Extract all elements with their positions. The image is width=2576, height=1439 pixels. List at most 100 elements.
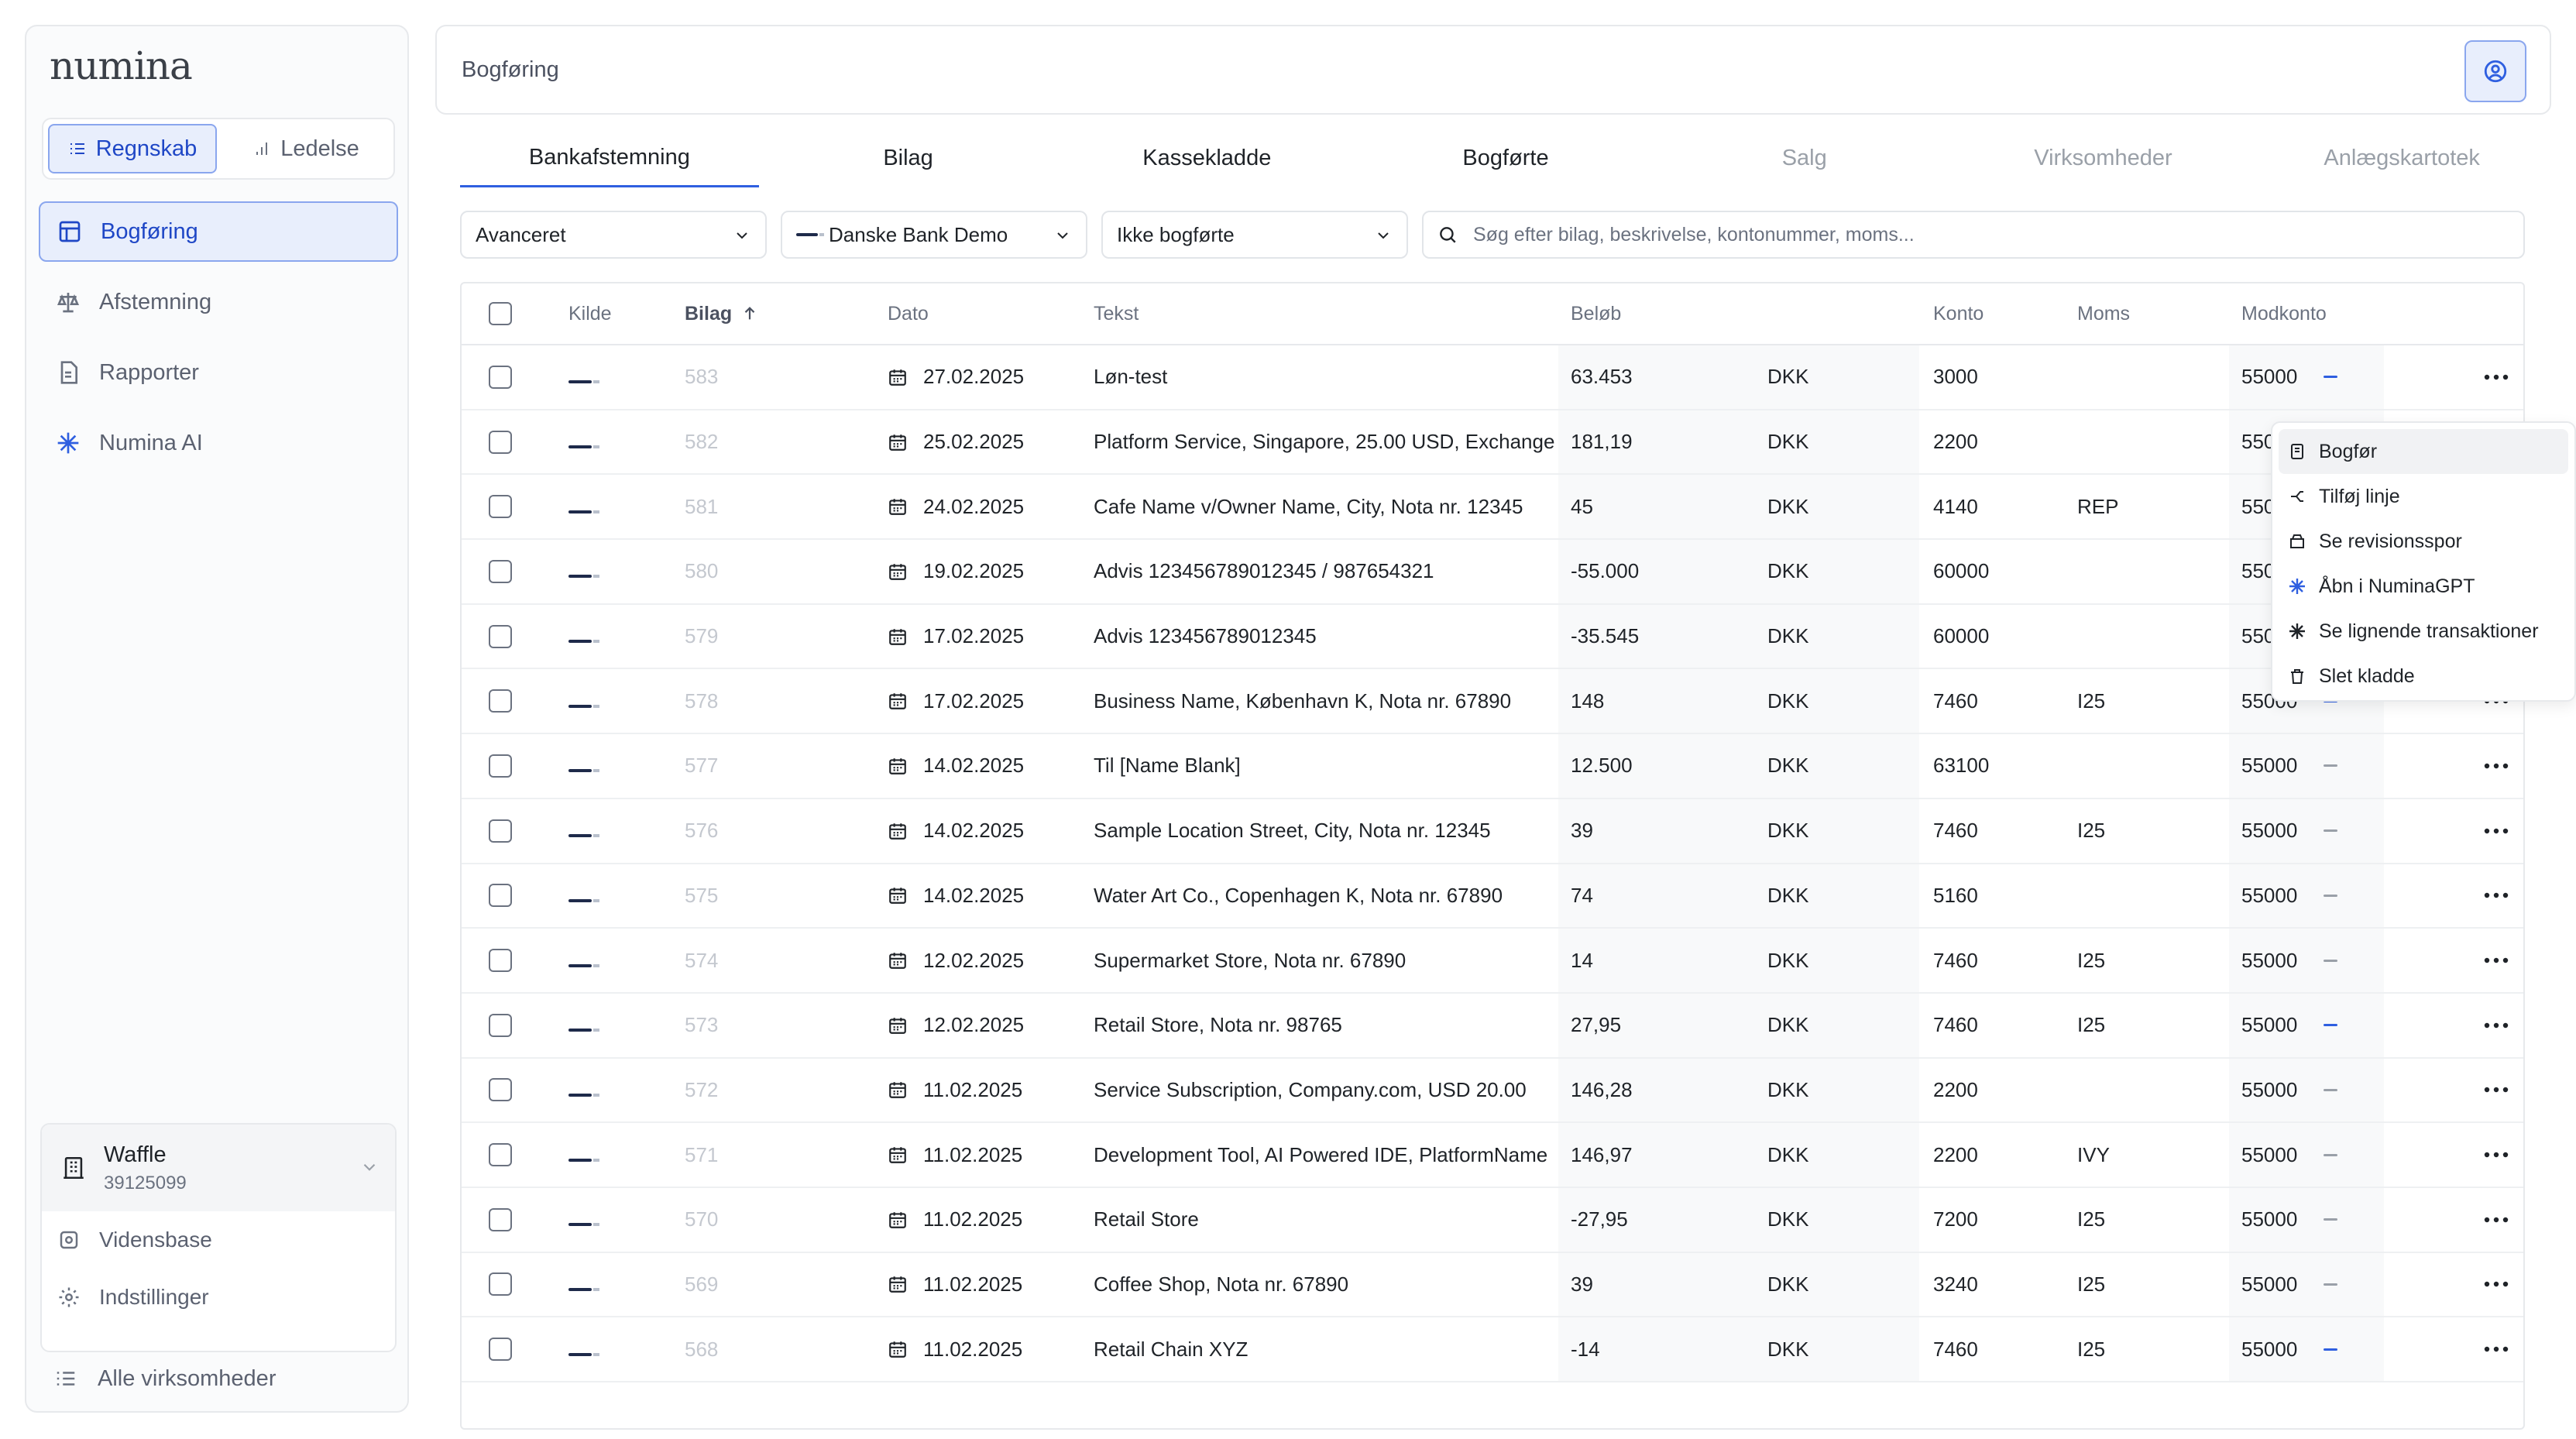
sidebar-item-vidensbase[interactable]: Vidensbase <box>42 1211 395 1269</box>
row-actions-button[interactable] <box>2384 1151 2523 1159</box>
row-checkbox[interactable] <box>489 819 512 843</box>
table-row[interactable]: 572 11.02.2025 Service Subscription, Compa… <box>462 1058 2523 1124</box>
sidebar-item-rapporter[interactable]: Rapporter <box>39 342 398 403</box>
sparkle-icon <box>2289 579 2305 594</box>
table-row[interactable]: 582 25.02.2025 Platform Service, Singapore… <box>462 410 2523 476</box>
cell-modkonto-value: 55000 <box>2241 1142 2298 1166</box>
cell-valuta: DKK <box>1764 1317 1919 1381</box>
mode-ledelse-label: Ledelse <box>280 136 359 161</box>
row-checkbox[interactable] <box>489 1272 512 1296</box>
cell-moms: I25 <box>2077 689 2106 713</box>
table-row[interactable]: 573 12.02.2025 Retail Store, Nota nr. 9876… <box>462 993 2523 1059</box>
sidebar-item-indstillinger[interactable]: Indstillinger <box>42 1269 395 1326</box>
col-moms[interactable]: Moms <box>2074 303 2229 325</box>
row-checkbox[interactable] <box>489 1078 512 1102</box>
col-bilag[interactable]: Bilag <box>682 303 888 325</box>
cell-modkonto: 55000 <box>2229 993 2384 1057</box>
table-row[interactable]: 574 12.02.2025 Supermarket Store, Nota nr.… <box>462 929 2523 994</box>
cell-bilag: 578 <box>685 689 719 713</box>
col-dato[interactable]: Dato <box>888 303 1094 325</box>
col-kilde[interactable]: Kilde <box>539 303 682 325</box>
row-actions-button[interactable] <box>2384 762 2523 770</box>
tab-bogforte[interactable]: Bogførte <box>1356 130 1655 187</box>
tab-bilag[interactable]: Bilag <box>759 130 1058 187</box>
row-checkbox[interactable] <box>489 1143 512 1167</box>
cell-modkonto-value: 55000 <box>2241 819 2298 843</box>
sidebar-item-afstemning[interactable]: Afstemning <box>39 272 398 332</box>
more-horizontal-icon <box>2484 1282 2509 1287</box>
row-checkbox[interactable] <box>489 495 512 519</box>
col-konto[interactable]: Konto <box>1919 303 2074 325</box>
menu-item-revisionsspor[interactable]: Se revisionsspor <box>2279 519 2568 564</box>
table-row[interactable]: 580 19.02.2025 Advis 123456789012345 / 987… <box>462 540 2523 605</box>
menu-item-slet-kladde[interactable]: Slet kladde <box>2279 654 2568 699</box>
tab-salg[interactable]: Salg <box>1655 130 1954 187</box>
table-row[interactable]: 576 14.02.2025 Sample Location Street, Cit… <box>462 798 2523 864</box>
table-row[interactable]: 579 17.02.2025 Advis 123456789012345 -35.54… <box>462 604 2523 670</box>
menu-item-bogfor[interactable]: Bogfør <box>2279 429 2568 474</box>
bank-source-icon <box>568 380 599 384</box>
cell-dato: 14.02.2025 <box>888 884 1094 908</box>
profile-button[interactable] <box>2464 40 2526 102</box>
table-row[interactable]: 578 17.02.2025 Business Name, København K,… <box>462 669 2523 735</box>
cell-dato-value: 12.02.2025 <box>923 1013 1025 1037</box>
table-row[interactable]: 581 24.02.2025 Cafe Name v/Owner Name, Cit… <box>462 475 2523 541</box>
table-row[interactable]: 575 14.02.2025 Water Art Co., Copenhagen K… <box>462 864 2523 929</box>
row-checkbox[interactable] <box>489 365 512 389</box>
row-actions-button[interactable] <box>2384 373 2523 381</box>
sidebar-item-numina-ai[interactable]: Numina AI <box>39 413 398 473</box>
row-checkbox[interactable] <box>489 754 512 778</box>
calendar-icon <box>889 953 906 969</box>
tab-anlaegskartotek[interactable]: Anlægskartotek <box>2252 130 2551 187</box>
search-input[interactable] <box>1473 223 2509 246</box>
cell-belob: 146,97 <box>1558 1123 1764 1187</box>
row-checkbox[interactable] <box>489 559 512 583</box>
table-row[interactable]: 583 27.02.2025 Løn-test 63.453 DKK 3000 55000 <box>462 345 2523 410</box>
col-tekst[interactable]: Tekst <box>1094 303 1558 325</box>
col-modkonto[interactable]: Modkonto <box>2229 283 2384 344</box>
row-checkbox[interactable] <box>489 430 512 454</box>
row-checkbox[interactable] <box>489 689 512 713</box>
tab-bankafstemning[interactable]: Bankafstemning <box>460 130 759 187</box>
table-row[interactable]: 568 11.02.2025 Retail Chain XYZ -14 DKK 7460 I… <box>462 1317 2523 1382</box>
mode-ledelse-button[interactable]: Ledelse <box>223 124 389 173</box>
cell-bilag: 573 <box>685 1013 719 1037</box>
tab-kassekladde[interactable]: Kassekladde <box>1057 130 1356 187</box>
select-all-checkbox[interactable] <box>489 302 512 325</box>
menu-item-lignende[interactable]: Se lignende transaktioner <box>2279 609 2568 654</box>
row-actions-button[interactable] <box>2384 891 2523 899</box>
cell-modkonto: 55000 <box>2229 929 2384 992</box>
row-actions-button[interactable] <box>2384 827 2523 835</box>
bank-select[interactable]: Danske Bank Demo <box>781 211 1087 259</box>
calendar-icon <box>889 1082 906 1099</box>
table-row[interactable]: 571 11.02.2025 Development Tool, AI Powere… <box>462 1123 2523 1188</box>
row-actions-button[interactable] <box>2384 1280 2523 1288</box>
row-checkbox[interactable] <box>489 1013 512 1037</box>
mode-regnskab-button[interactable]: Regnskab <box>48 124 217 173</box>
table-row[interactable]: 569 11.02.2025 Coffee Shop, Nota nr. 67890… <box>462 1252 2523 1318</box>
all-companies-link[interactable]: Alle virksomheder <box>54 1355 276 1402</box>
mode-select[interactable]: Avanceret <box>460 211 767 259</box>
row-checkbox[interactable] <box>489 884 512 908</box>
company-selector[interactable]: Waffle 39125099 <box>42 1125 395 1211</box>
status-mark <box>2324 1088 2338 1091</box>
row-actions-button[interactable] <box>2384 956 2523 964</box>
tab-virksomheder[interactable]: Virksomheder <box>1954 130 2253 187</box>
sidebar-item-label: Vidensbase <box>99 1228 212 1252</box>
row-checkbox[interactable] <box>489 1338 512 1362</box>
status-select[interactable]: Ikke bogførte <box>1101 211 1408 259</box>
table-row[interactable]: 577 14.02.2025 Til [Name Blank] 12.500 DKK 63… <box>462 734 2523 799</box>
row-actions-button[interactable] <box>2384 1022 2523 1029</box>
menu-item-numinagpt[interactable]: Åbn i NuminaGPT <box>2279 564 2568 609</box>
menu-item-tilfoj-linje[interactable]: Tilføj linje <box>2279 474 2568 519</box>
table-row[interactable]: 570 11.02.2025 Retail Store -27,95 DKK 7200 I2… <box>462 1187 2523 1253</box>
col-belob[interactable]: Beløb <box>1558 283 1764 344</box>
row-actions-button[interactable] <box>2384 1086 2523 1094</box>
row-checkbox[interactable] <box>489 949 512 973</box>
row-checkbox[interactable] <box>489 1207 512 1231</box>
cell-dato: 19.02.2025 <box>888 559 1094 583</box>
row-actions-button[interactable] <box>2384 1216 2523 1224</box>
sidebar-item-bogforing[interactable]: Bogføring <box>39 201 398 262</box>
row-actions-button[interactable] <box>2384 1345 2523 1353</box>
row-checkbox[interactable] <box>489 624 512 648</box>
